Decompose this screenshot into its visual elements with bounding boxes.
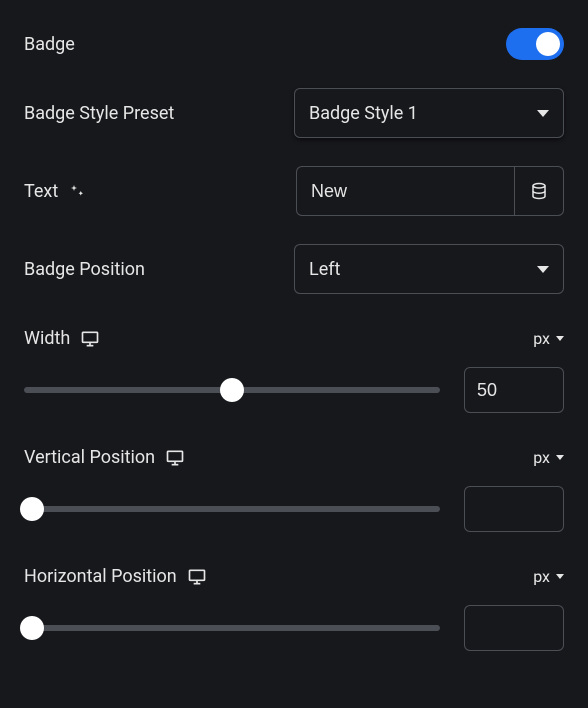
chevron-down-icon	[537, 110, 549, 117]
style-preset-label: Badge Style Preset	[24, 103, 174, 124]
badge-toggle[interactable]	[506, 28, 564, 60]
vertical-position-label: Vertical Position	[24, 447, 155, 468]
width-slider-thumb[interactable]	[220, 378, 244, 402]
horizontal-value-input[interactable]	[464, 605, 564, 651]
horizontal-slider-thumb[interactable]	[20, 616, 44, 640]
desktop-icon[interactable]	[80, 329, 100, 349]
chevron-down-icon	[537, 266, 549, 273]
text-input[interactable]	[296, 166, 514, 216]
horizontal-position-label: Horizontal Position	[24, 566, 177, 587]
text-label: Text	[24, 181, 58, 202]
desktop-icon[interactable]	[165, 448, 185, 468]
sparkle-icon	[68, 182, 86, 200]
horizontal-unit-value: px	[533, 567, 550, 586]
style-preset-select[interactable]: Badge Style 1	[294, 88, 564, 138]
desktop-icon[interactable]	[187, 567, 207, 587]
width-label: Width	[24, 328, 70, 349]
horizontal-slider[interactable]	[24, 625, 440, 631]
width-unit-value: px	[533, 329, 550, 348]
width-unit-select[interactable]: px	[533, 329, 564, 348]
position-value: Left	[309, 259, 340, 280]
vertical-slider-thumb[interactable]	[20, 497, 44, 521]
position-label: Badge Position	[24, 259, 145, 280]
position-select[interactable]: Left	[294, 244, 564, 294]
vertical-unit-select[interactable]: px	[533, 448, 564, 467]
horizontal-unit-select[interactable]: px	[533, 567, 564, 586]
dynamic-data-button[interactable]	[514, 166, 564, 216]
badge-label: Badge	[24, 34, 75, 55]
vertical-value-input[interactable]	[464, 486, 564, 532]
width-slider[interactable]	[24, 387, 440, 393]
chevron-down-icon	[556, 336, 564, 341]
toggle-knob	[536, 32, 560, 56]
chevron-down-icon	[556, 455, 564, 460]
chevron-down-icon	[556, 574, 564, 579]
vertical-slider[interactable]	[24, 506, 440, 512]
database-icon	[530, 182, 548, 200]
vertical-unit-value: px	[533, 448, 550, 467]
style-preset-value: Badge Style 1	[309, 103, 418, 124]
width-value-input[interactable]	[464, 367, 564, 413]
